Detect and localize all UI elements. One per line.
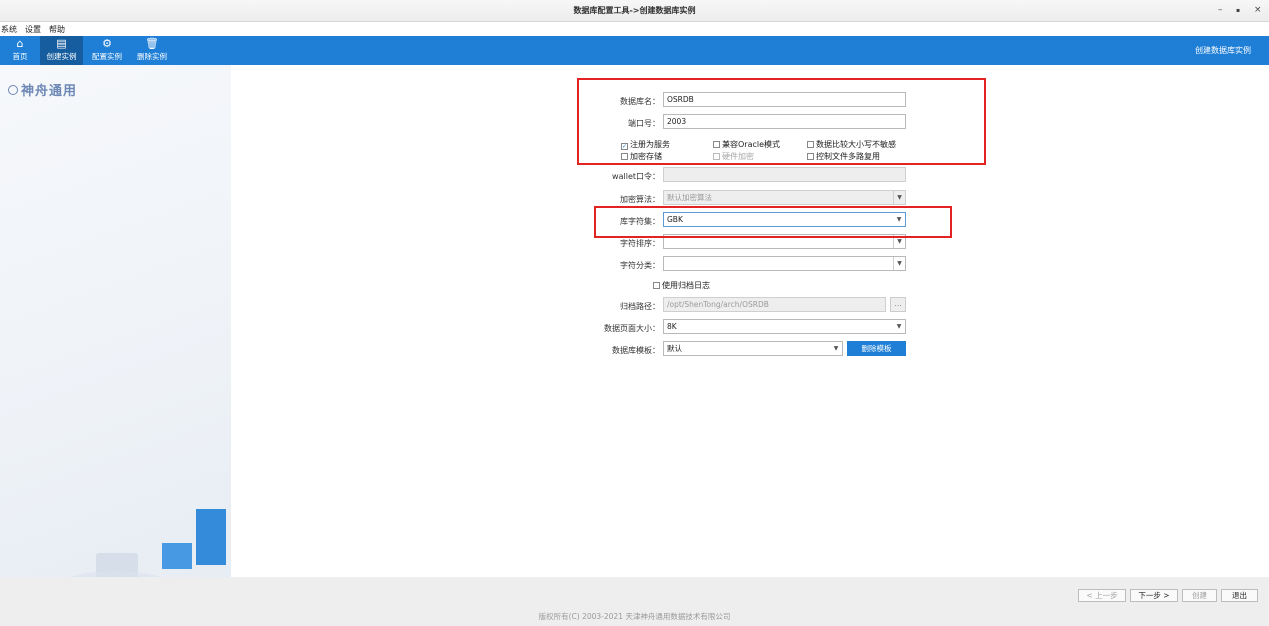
create-instance-icon: ▤ [56, 37, 67, 50]
chevron-down-icon: ▼ [893, 235, 905, 248]
delete-instance-icon: 🗑 [145, 37, 159, 50]
page-title: 创建数据库实例 [1195, 46, 1251, 55]
multi-control-file-label: 控制文件多路复用 [816, 152, 880, 161]
toolbar-create-instance-label: 创建实例 [46, 52, 77, 61]
collation-select[interactable]: ▼ [663, 234, 906, 249]
exit-button[interactable]: 退出 [1221, 589, 1258, 602]
delete-template-button[interactable]: 删除模板 [847, 341, 906, 356]
window-title: 数据库配置工具->创建数据库实例 [573, 6, 696, 15]
char-class-select[interactable]: ▼ [663, 256, 906, 271]
archive-log-checkbox[interactable]: 使用归档日志 [653, 280, 710, 291]
archive-log-label: 使用归档日志 [662, 281, 710, 290]
oracle-compat-checkbox[interactable]: 兼容Oracle模式 [713, 139, 780, 150]
char-class-label: 字符分类： [620, 261, 660, 270]
checkbox-icon [713, 141, 720, 148]
template-select[interactable]: 默认 ▼ [663, 341, 843, 356]
chevron-down-icon: ▼ [896, 216, 902, 223]
checkbox-icon [807, 153, 814, 160]
sidebar: 神舟通用 [0, 65, 231, 609]
register-service-checkbox[interactable]: ✓ 注册为服务 [621, 139, 670, 150]
checkbox-icon [807, 141, 814, 148]
maximize-button[interactable]: ▪ [1236, 7, 1240, 14]
case-insensitive-checkbox[interactable]: 数据比较大小写不敏感 [807, 139, 896, 150]
copyright-text: 版权所有(C) 2003-2021 天津神舟通用数据技术有限公司 [538, 612, 731, 621]
wallet-input[interactable] [663, 167, 906, 182]
charset-label: 库字符集： [620, 217, 660, 226]
toolbar-config-instance[interactable]: ⚙ 配置实例 [87, 36, 127, 65]
multi-control-file-checkbox[interactable]: 控制文件多路复用 [807, 151, 880, 162]
browse-button[interactable]: ... [890, 297, 906, 312]
checkbox-icon [713, 153, 720, 160]
archive-path-input[interactable]: /opt/ShenTong/arch/OSRDB [663, 297, 886, 312]
home-icon: ⌂ [16, 37, 24, 50]
checkbox-checked-icon: ✓ [621, 143, 628, 150]
page-size-select[interactable]: 8K ▼ [663, 319, 906, 334]
sidebar-decoration [60, 509, 226, 609]
port-input[interactable]: 2003 [663, 114, 906, 129]
encrypt-algo-value: 默认加密算法 [667, 193, 712, 202]
config-instance-icon: ⚙ [102, 37, 112, 50]
encrypt-storage-checkbox[interactable]: 加密存储 [621, 151, 662, 162]
case-insensitive-label: 数据比较大小写不敏感 [816, 140, 896, 149]
main-toolbar: ⌂ 首页 ▤ 创建实例 ⚙ 配置实例 🗑 删除实例 创建数据库实例 [0, 36, 1269, 65]
menu-system[interactable]: 系统 [1, 24, 17, 35]
checkbox-icon [653, 282, 660, 289]
chevron-down-icon: ▼ [893, 257, 905, 270]
toolbar-config-instance-label: 配置实例 [92, 52, 122, 61]
toolbar-home-label: 首页 [12, 52, 28, 61]
toolbar-delete-instance[interactable]: 🗑 删除实例 [131, 36, 173, 65]
encrypt-algo-label: 加密算法： [620, 195, 660, 204]
template-label: 数据库模板： [612, 346, 660, 355]
toolbar-create-instance[interactable]: ▤ 创建实例 [40, 36, 83, 65]
chevron-down-icon: ▼ [896, 323, 902, 330]
close-button[interactable]: × [1254, 5, 1262, 15]
wallet-label: wallet口令： [612, 172, 660, 181]
collation-label: 字符排序： [620, 239, 660, 248]
db-name-input[interactable]: OSRDB [663, 92, 906, 107]
menu-bar: 系统 设置 帮助 [0, 22, 1269, 36]
title-bar: 数据库配置工具->创建数据库实例 – ▪ × [0, 0, 1269, 22]
next-step-button[interactable]: 下一步 > [1130, 589, 1178, 602]
charset-select[interactable]: GBK ▼ [663, 212, 906, 227]
checkbox-icon [621, 153, 628, 160]
port-label: 端口号： [628, 119, 660, 128]
menu-settings[interactable]: 设置 [25, 24, 41, 35]
chevron-down-icon: ▼ [893, 191, 905, 204]
oracle-compat-label: 兼容Oracle模式 [722, 140, 781, 149]
chevron-down-icon: ▼ [833, 345, 839, 352]
menu-help[interactable]: 帮助 [49, 24, 65, 35]
encrypt-storage-label: 加密存储 [630, 152, 662, 161]
prev-step-button[interactable]: < 上一步 [1078, 589, 1126, 602]
encrypt-algo-select[interactable]: 默认加密算法 ▼ [663, 190, 906, 205]
register-service-label: 注册为服务 [630, 140, 670, 149]
create-button[interactable]: 创建 [1182, 589, 1217, 602]
toolbar-delete-instance-label: 删除实例 [137, 52, 167, 61]
archive-path-label: 归档路径： [620, 302, 660, 311]
template-value: 默认 [667, 344, 682, 353]
toolbar-home[interactable]: ⌂ 首页 [2, 36, 38, 65]
hardware-encrypt-checkbox[interactable]: 硬件加密 [713, 151, 754, 162]
hardware-encrypt-label: 硬件加密 [722, 152, 754, 161]
charset-value: GBK [667, 215, 683, 224]
db-name-label: 数据库名： [620, 97, 660, 106]
minimize-button[interactable]: – [1218, 5, 1223, 15]
page-size-label: 数据页面大小： [604, 324, 660, 333]
page-size-value: 8K [667, 322, 677, 331]
